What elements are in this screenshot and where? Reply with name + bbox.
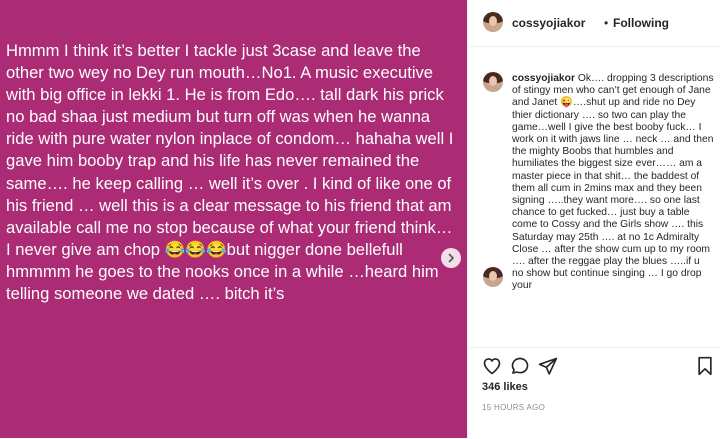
action-bar: 346 likes 15 HOURS AGO bbox=[468, 347, 720, 439]
post-header: cossyojiakor • Following bbox=[468, 0, 720, 47]
caption-username[interactable]: cossyojiakor bbox=[512, 73, 575, 84]
timestamp[interactable]: 15 HOURS AGO bbox=[482, 403, 545, 412]
comment-icon[interactable] bbox=[510, 356, 530, 376]
heart-icon[interactable] bbox=[482, 356, 502, 376]
following-button[interactable]: Following bbox=[613, 16, 669, 30]
caption: cossyojiakor Ok…. dropping 3 description… bbox=[512, 73, 714, 293]
caption-avatar[interactable] bbox=[483, 72, 503, 92]
post-image: Hmmm I think it’s better I tackle just 3… bbox=[0, 0, 467, 438]
bookmark-icon[interactable] bbox=[696, 356, 714, 376]
avatar[interactable] bbox=[483, 12, 503, 32]
header-separator: • bbox=[604, 16, 609, 30]
likes-count[interactable]: 346 likes bbox=[482, 381, 528, 393]
chevron-right-icon bbox=[448, 253, 454, 263]
caption-text: Ok…. dropping 3 descriptions of stingy m… bbox=[512, 73, 714, 292]
next-slide-button[interactable] bbox=[441, 248, 461, 268]
post-image-text: Hmmm I think it’s better I tackle just 3… bbox=[6, 41, 454, 304]
comment-avatar[interactable] bbox=[483, 267, 503, 287]
post-side-panel: cossyojiakor • Following cossyojiakor Ok… bbox=[467, 0, 720, 439]
share-icon[interactable] bbox=[538, 356, 558, 376]
header-username[interactable]: cossyojiakor bbox=[512, 16, 585, 30]
